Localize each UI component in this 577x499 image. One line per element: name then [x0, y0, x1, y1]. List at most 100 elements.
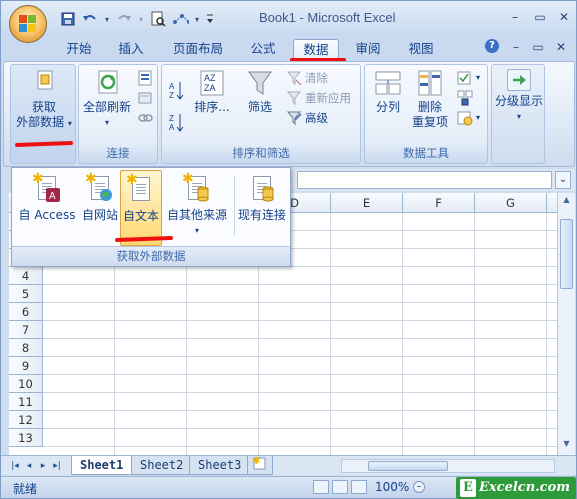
tab-page-layout[interactable]: 页面布局	[166, 39, 230, 61]
row-header-10[interactable]: 10	[9, 375, 43, 393]
remove-duplicates-button[interactable]: 删除 重复项	[409, 69, 451, 130]
print-preview-icon[interactable]	[149, 10, 167, 28]
undo-icon[interactable]	[81, 10, 99, 28]
normal-view-icon[interactable]	[313, 480, 329, 494]
existing-connections-item[interactable]: 现有连接	[236, 170, 288, 246]
vertical-scroll-thumb[interactable]	[560, 219, 573, 289]
sort-za-button[interactable]: ZA	[168, 111, 184, 132]
help-icon[interactable]: ?	[485, 39, 499, 53]
zoom-out-icon[interactable]: –	[413, 481, 425, 493]
row-header-13[interactable]: 13	[9, 429, 43, 447]
next-sheet-icon[interactable]: ▸	[37, 459, 49, 473]
page-break-view-icon[interactable]	[351, 480, 367, 494]
row-header-5[interactable]: 5	[9, 285, 43, 303]
clear-filter-button[interactable]: 清除	[286, 69, 328, 87]
what-if-icon	[457, 110, 473, 126]
tab-review[interactable]: 审阅	[348, 39, 388, 61]
tab-insert[interactable]: 插入	[111, 39, 151, 61]
web-icon: ✱	[85, 172, 113, 204]
from-text-item[interactable]: ✱ 自文本	[120, 170, 162, 246]
shapes-icon[interactable]	[171, 10, 189, 28]
refresh-all-button[interactable]: 全部刷新 ▾	[81, 69, 133, 130]
remove-dup-label-2: 重复项	[411, 115, 448, 129]
vertical-scrollbar[interactable]: ▲ ▼	[557, 193, 575, 455]
close-button[interactable]: ✕	[555, 9, 573, 25]
last-sheet-icon[interactable]: ▸|	[51, 459, 63, 473]
connections-icon	[137, 70, 153, 86]
minimize-ribbon-icon[interactable]: –	[507, 39, 525, 55]
expand-formula-icon[interactable]: ⌄	[555, 171, 571, 189]
restore-doc-icon[interactable]: ▭	[529, 39, 547, 55]
tab-formulas[interactable]: 公式	[243, 39, 283, 61]
sheet-tab-sheet3[interactable]: Sheet3	[189, 456, 251, 475]
close-doc-icon[interactable]: ✕	[552, 39, 570, 55]
database-icon	[30, 69, 58, 97]
office-button[interactable]	[9, 5, 47, 43]
outline-arrow-icon: ▾	[516, 112, 521, 121]
scroll-up-icon[interactable]: ▲	[560, 195, 573, 209]
horizontal-scrollbar[interactable]	[341, 459, 555, 473]
access-icon: ✱ A	[32, 172, 60, 204]
first-sheet-icon[interactable]: |◂	[9, 459, 21, 473]
what-if-button[interactable]: ▾	[457, 109, 480, 127]
filter-button[interactable]: 筛选	[240, 69, 280, 115]
row-header-11[interactable]: 11	[9, 393, 43, 411]
row-header-8[interactable]: 8	[9, 339, 43, 357]
gridline	[43, 284, 557, 285]
edit-links-button[interactable]	[137, 109, 153, 127]
scroll-down-icon[interactable]: ▼	[560, 439, 573, 453]
formula-input[interactable]	[297, 171, 552, 189]
sort-button[interactable]: AZ ZA 排序...	[190, 69, 234, 115]
outline-button[interactable]: 分级显示 ▾	[492, 69, 546, 124]
connections-button[interactable]	[137, 69, 153, 87]
data-validation-button[interactable]: ▾	[457, 69, 480, 87]
properties-button[interactable]	[137, 89, 153, 107]
consolidate-button[interactable]	[457, 89, 473, 107]
row-header-12[interactable]: 12	[9, 411, 43, 429]
from-access-item[interactable]: ✱ A 自 Access	[16, 170, 78, 246]
insert-sheet-button[interactable]: ✱	[247, 456, 273, 475]
column-header-g[interactable]: G	[475, 193, 547, 213]
minimize-button[interactable]: –	[506, 9, 524, 25]
row-header-7[interactable]: 7	[9, 321, 43, 339]
text-to-columns-button[interactable]: 分列	[369, 69, 407, 115]
edit-links-icon	[137, 110, 153, 126]
gridline	[546, 213, 547, 455]
column-header-e[interactable]: E	[331, 193, 403, 213]
from-web-item[interactable]: ✱ 自网站	[78, 170, 122, 246]
quick-access-toolbar: ▾ ▾ ▾	[59, 10, 215, 28]
tab-home[interactable]: 开始	[59, 39, 99, 61]
sheet-tab-sheet1[interactable]: Sheet1	[71, 456, 133, 475]
other-sources-icon: ✱	[182, 172, 210, 204]
row-header-9[interactable]: 9	[9, 357, 43, 375]
properties-icon	[137, 90, 153, 106]
watermark-text: Excelcn.com	[479, 480, 571, 495]
reapply-button[interactable]: 重新应用	[286, 89, 351, 107]
sort-az-icon: AZ	[168, 80, 184, 100]
from-other-sources-item[interactable]: ✱ 自其他来源 ▾	[162, 170, 232, 246]
customize-icon[interactable]	[205, 10, 215, 28]
column-header[interactable]	[547, 193, 557, 213]
column-header-f[interactable]: F	[403, 193, 475, 213]
page-layout-view-icon[interactable]	[332, 480, 348, 494]
prev-sheet-icon[interactable]: ◂	[23, 459, 35, 473]
data-validation-icon	[457, 70, 473, 86]
existing-connections-icon	[249, 174, 275, 204]
sheet-tab-sheet2[interactable]: Sheet2	[131, 456, 193, 475]
advanced-filter-button[interactable]: 高级	[286, 109, 328, 127]
undo-dropdown-icon[interactable]: ▾	[103, 10, 111, 28]
zoom-level[interactable]: 100%	[375, 480, 409, 494]
save-icon[interactable]	[59, 10, 77, 28]
restore-button[interactable]: ▭	[531, 9, 549, 25]
redo-dropdown-icon[interactable]: ▾	[137, 10, 145, 28]
tab-view[interactable]: 视图	[401, 39, 441, 61]
get-external-data-button[interactable]: 获取 外部数据 ▾	[13, 69, 75, 131]
customize-qat-icon[interactable]: ▾	[193, 10, 201, 28]
sort-az-button[interactable]: AZ	[168, 79, 184, 100]
horizontal-scroll-thumb[interactable]	[368, 461, 448, 471]
row-header-4[interactable]: 4	[9, 267, 43, 285]
row-header-6[interactable]: 6	[9, 303, 43, 321]
redo-icon[interactable]	[115, 10, 133, 28]
ribbon-tabs: 开始 插入 页面布局 公式 数据 审阅 视图 ? – ▭ ✕	[1, 35, 576, 61]
gridline	[43, 392, 557, 393]
